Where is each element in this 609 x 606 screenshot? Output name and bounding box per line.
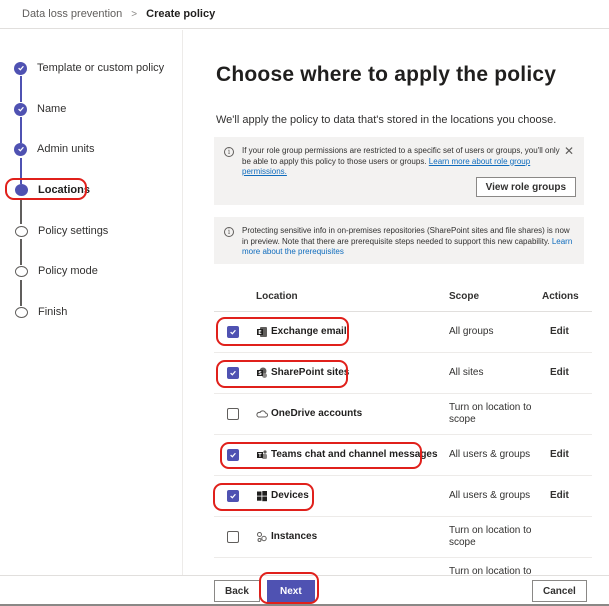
wizard-steps-pane: Template or custom policy Name Admin uni… [0,30,183,576]
svg-text:E: E [258,330,262,336]
table-row: Turn on location to [214,558,592,576]
wizard-footer: Back Next Cancel [0,575,609,606]
edit-exchange-link[interactable]: Edit [550,326,569,337]
step-label: Template or custom policy [37,62,165,74]
instances-icon [257,532,267,542]
header-location: Location [256,291,298,302]
location-scope: All users & groups [449,490,531,501]
sharepoint-icon: S [257,367,267,378]
next-button[interactable]: Next [267,580,315,602]
location-name: SharePoint sites [271,367,350,378]
cancel-button[interactable]: Cancel [532,580,587,602]
edit-teams-link[interactable]: Edit [550,449,569,460]
step-complete-icon [14,102,27,116]
devices-checkbox[interactable] [227,490,239,502]
header-scope: Scope [449,291,480,302]
step-finish[interactable]: Finish [14,302,67,322]
svg-text:T: T [258,453,262,459]
onprem-notice: i Protecting sensitive info in on-premis… [214,217,584,264]
location-scope: Turn on location to scope [449,525,532,548]
role-group-notice: i If your role group permissions are res… [214,137,584,205]
step-label: Finish [38,306,68,318]
step-template[interactable]: Template or custom policy [14,58,164,78]
breadcrumb: Data loss prevention > Create policy [0,0,609,29]
location-name: Exchange email [271,326,347,337]
svg-text:S: S [258,371,262,377]
table-row: E Exchange email All groups Edit [214,312,592,353]
info-icon: i [224,227,234,237]
location-scope: All users & groups [449,449,531,460]
step-label: Policy mode [38,265,98,277]
step-policy-mode[interactable]: Policy mode [14,261,98,281]
step-name[interactable]: Name [14,99,66,119]
breadcrumb-separator: > [131,8,138,20]
view-role-groups-button[interactable]: View role groups [475,177,576,197]
edit-sharepoint-link[interactable]: Edit [550,367,569,378]
location-name: Instances [271,531,318,542]
exchange-email-checkbox[interactable] [227,326,239,338]
edit-devices-link[interactable]: Edit [550,490,569,501]
location-name: Teams chat and channel messages [271,449,438,460]
step-pending-icon [15,225,28,237]
notice-text: Protecting sensitive info in on-premises… [242,226,574,256]
location-name: Devices [271,490,309,501]
table-row: S SharePoint sites All sites Edit [214,353,592,394]
step-pending-icon [15,265,28,277]
teams-messages-checkbox[interactable] [227,449,239,461]
header-actions: Actions [542,291,579,302]
step-locations[interactable]: Locations [14,180,90,200]
main-content: Choose where to apply the policy We'll a… [184,30,609,576]
back-button[interactable]: Back [214,580,260,602]
step-admin-units[interactable]: Admin units [14,139,94,159]
step-policy-settings[interactable]: Policy settings [14,221,108,241]
table-row: OneDrive accounts Turn on location to sc… [214,394,592,435]
locations-table-header: Location Scope Actions [214,282,592,312]
teams-icon: T [257,450,267,459]
windows-icon [257,491,267,502]
info-icon: i [224,147,234,157]
breadcrumb-parent-link[interactable]: Data loss prevention [22,8,122,20]
exchange-icon: E [257,327,267,337]
step-label: Locations [38,184,90,196]
step-label: Policy settings [38,225,109,237]
step-label: Admin units [37,143,95,155]
table-row: Instances Turn on location to scope [214,517,592,558]
breadcrumb-current: Create policy [146,8,216,20]
step-complete-icon [14,61,27,75]
step-label: Name [37,103,67,115]
page-title: Choose where to apply the policy [216,63,557,86]
step-complete-icon [14,142,27,156]
onedrive-accounts-checkbox[interactable] [227,408,239,420]
page-subtitle: We'll apply the policy to data that's st… [216,114,557,126]
step-current-icon [15,184,28,196]
notice-body: Protecting sensitive info in on-premises… [242,226,570,246]
location-scope: Turn on location to scope [449,402,532,425]
sharepoint-sites-checkbox[interactable] [227,367,239,379]
table-row: T Teams chat and channel messages All us… [214,435,592,476]
onedrive-icon [256,410,268,418]
location-scope: All sites [449,367,484,378]
location-name: OneDrive accounts [271,408,363,419]
step-pending-icon [15,306,28,318]
instances-checkbox[interactable] [227,531,239,543]
location-scope: All groups [449,326,494,337]
table-row: Devices All users & groups Edit [214,476,592,517]
close-icon[interactable]: ✕ [564,144,574,158]
